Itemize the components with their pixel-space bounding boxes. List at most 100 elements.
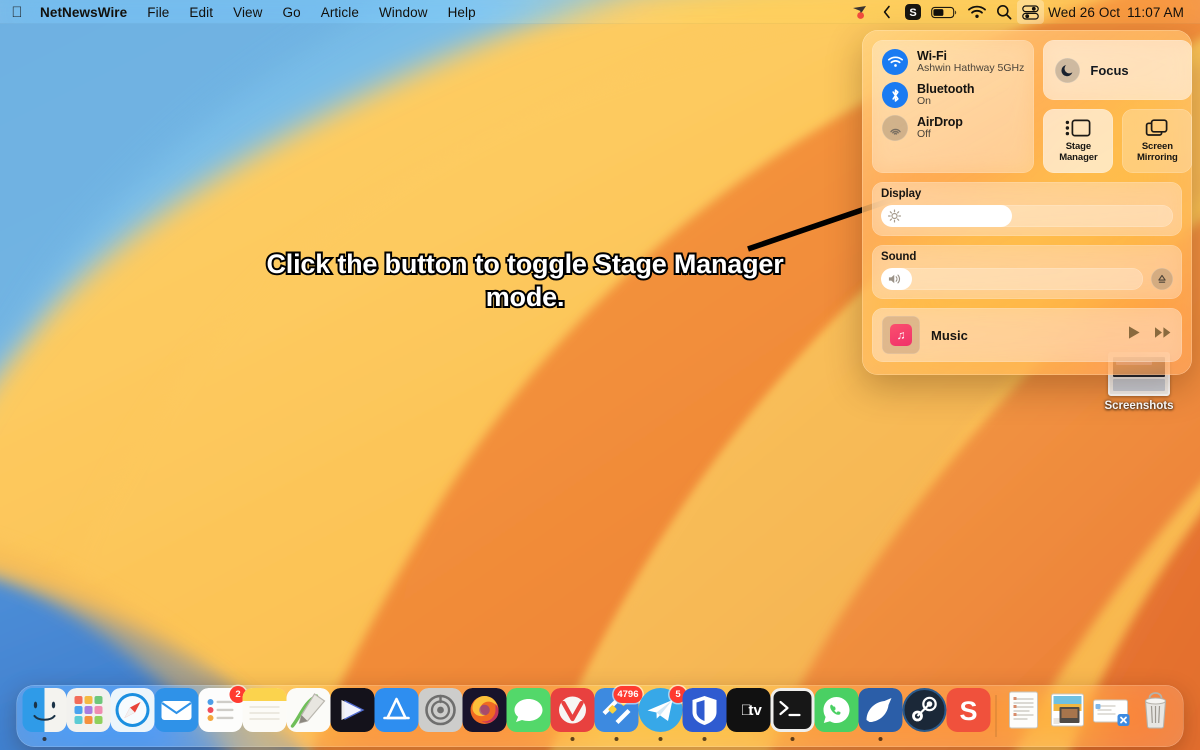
connectivity-tile: Wi-Fi Ashwin Hathway 5GHz Bluetooth On A… [872,40,1035,173]
cleanmymac-icon[interactable] [847,0,874,24]
bluetooth-control[interactable]: Bluetooth On [882,82,1024,108]
dock-item-firefox[interactable] [462,688,507,744]
wifi-text: Wi-Fi Ashwin Hathway 5GHz [917,49,1024,75]
freeform-icon [286,688,331,732]
running-indicator [790,737,795,741]
dock-item-launchpad[interactable] [66,688,111,744]
moon-icon [1055,57,1081,83]
dock-stack-downloads[interactable] [1046,688,1090,744]
iina-media-player-icon [330,688,375,732]
dock-stack-recent[interactable] [1090,688,1134,744]
sound-row [881,268,1173,290]
dock-item-iina[interactable] [330,688,375,744]
running-indicator [878,737,883,741]
stage-manager-button[interactable]: Stage Manager [1043,109,1114,173]
menubar-time: 11:07 AM [1127,4,1184,20]
menu-file[interactable]: File [137,1,179,23]
setapp-icon[interactable]: S [900,0,926,24]
menu-bar:  NetNewsWire File Edit View Go Article … [0,0,1200,24]
dock-item-finder[interactable] [22,688,67,744]
sound-label: Sound [881,251,917,263]
dock-item-bitwarden[interactable] [682,688,727,744]
music-note-icon: ♫ [890,324,912,346]
screen-mirroring-button[interactable]: Screen Mirroring [1122,109,1193,173]
dock-item-messages[interactable] [506,688,551,744]
airplay-audio-icon[interactable] [1151,268,1173,290]
trash-icon [1134,688,1178,732]
annotation-text: Click the button to toggle Stage Manager… [264,247,785,314]
menu-app-name[interactable]: NetNewsWire [34,1,137,23]
display-brightness-slider[interactable] [881,205,1173,227]
dock-stack-documents[interactable] [1002,688,1046,744]
wifi-icon[interactable] [963,0,991,24]
dock-item-mail[interactable] [154,688,199,744]
bluetooth-title: Bluetooth [917,82,975,97]
dock-item-spark-mail[interactable]: 4796 [594,686,643,744]
setapp-icon: S [946,688,991,732]
stage-manager-icon [1066,119,1091,137]
display-tile: Display [872,182,1182,236]
running-indicator [614,737,619,741]
svg-text:S: S [909,7,916,19]
airdrop-title: AirDrop [917,115,963,130]
focus-label: Focus [1090,62,1129,78]
menu-window[interactable]: Window [369,1,438,23]
apple-logo-icon[interactable]:  [0,0,34,24]
wifi-control[interactable]: Wi-Fi Ashwin Hathway 5GHz [882,49,1024,75]
dock-item-apple-tv[interactable]:  tv [726,688,771,744]
sound-volume-slider[interactable] [881,268,1143,290]
safari-icon [110,688,155,732]
dock-item-safari[interactable] [110,688,155,744]
battery-icon[interactable] [926,0,963,24]
now-playing-tile[interactable]: ♫ Music [872,308,1182,362]
dock-item-setapp[interactable]: S [946,688,991,744]
dock-item-whatsapp[interactable] [814,688,859,744]
mail-icon [154,688,199,732]
menubar-status-area: S Wed 26 Oct 11:07 AM [847,0,1192,24]
control-center-icon[interactable] [1017,0,1045,24]
dock-item-reminders[interactable]: 2 [198,686,247,744]
play-icon[interactable] [1127,325,1141,345]
dock-item-app-store[interactable] [374,688,419,744]
menu-article[interactable]: Article [311,1,369,23]
menubar-clock[interactable]: Wed 26 Oct 11:07 AM [1044,5,1192,20]
focus-tile[interactable]: Focus [1043,40,1193,100]
dock-item-trash[interactable] [1134,688,1178,744]
wifi-icon [882,49,908,75]
dock-item-telegram[interactable]: 5 [638,686,687,744]
menu-edit[interactable]: Edit [179,1,223,23]
dock-item-notes[interactable] [242,688,287,744]
control-center-panel: Wi-Fi Ashwin Hathway 5GHz Bluetooth On A… [862,30,1193,375]
sound-tile: Sound [872,245,1182,299]
menu-view[interactable]: View [223,1,272,23]
recent-items-stack-icon [1090,688,1134,732]
running-indicator [570,737,575,741]
dock-separator [995,695,997,737]
dock-item-system-settings[interactable] [418,688,463,744]
display-label: Display [881,188,922,200]
running-indicator [658,737,663,741]
whatsapp-icon [814,688,859,732]
menu-help[interactable]: Help [438,1,486,23]
menu-go[interactable]: Go [273,1,311,23]
dock-item-terminal[interactable] [770,688,815,744]
wifi-network-name: Ashwin Hathway 5GHz [917,63,1025,75]
vivaldi-icon [550,688,595,732]
screen-mirroring-icon [1146,119,1168,137]
now-playing-app-name: Music [931,327,968,343]
dock-item-vivaldi[interactable] [550,688,595,744]
cc-right-column: Focus Stage Manager Screen Mirroring [1043,40,1193,173]
airdrop-state: Off [917,129,931,141]
wifi-title: Wi-Fi [917,49,947,64]
running-indicator [42,737,47,741]
hidden-items-chevron-icon[interactable] [874,0,900,24]
airdrop-control[interactable]: AirDrop Off [882,115,1024,141]
fast-forward-icon[interactable] [1154,325,1172,345]
bitwarden-shield-icon [682,688,727,732]
spotlight-search-icon[interactable] [991,0,1017,24]
dock-item-freeform[interactable] [286,688,331,744]
dock-item-steam[interactable] [902,688,947,744]
stage-manager-label: Stage Manager [1059,141,1098,163]
cc-square-row: Stage Manager Screen Mirroring [1043,109,1193,173]
dock-item-netnewswire[interactable] [858,688,903,744]
